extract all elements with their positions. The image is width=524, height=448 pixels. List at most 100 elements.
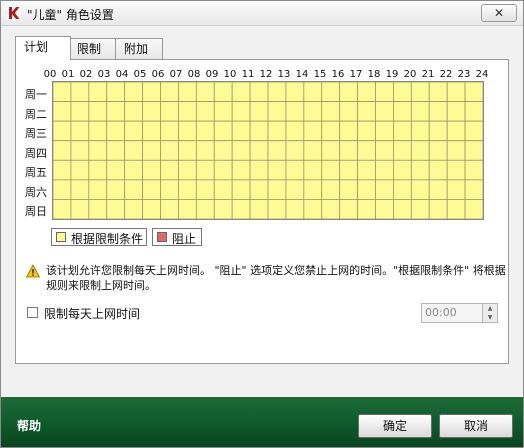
- schedule-cell[interactable]: [410, 82, 430, 102]
- schedule-cell[interactable]: [410, 101, 430, 122]
- schedule-cell[interactable]: [464, 179, 483, 200]
- schedule-cell[interactable]: [53, 159, 72, 181]
- schedule-cell[interactable]: [267, 179, 287, 200]
- schedule-cell[interactable]: [106, 120, 126, 142]
- schedule-cell[interactable]: [195, 82, 215, 102]
- schedule-cell[interactable]: [357, 159, 376, 181]
- schedule-cell[interactable]: [195, 159, 215, 181]
- schedule-cell[interactable]: [428, 140, 448, 161]
- schedule-cell[interactable]: [124, 120, 143, 142]
- schedule-cell[interactable]: [375, 179, 394, 200]
- schedule-cell[interactable]: [142, 140, 161, 161]
- schedule-cell[interactable]: [446, 199, 466, 219]
- schedule-cell[interactable]: [53, 82, 72, 102]
- schedule-cell[interactable]: [410, 179, 430, 200]
- schedule-cell[interactable]: [124, 179, 143, 200]
- schedule-cell[interactable]: [124, 199, 143, 219]
- schedule-cell[interactable]: [53, 199, 72, 219]
- schedule-cell[interactable]: [464, 159, 483, 181]
- schedule-cell[interactable]: [321, 101, 341, 122]
- tab-extra[interactable]: 附加: [115, 38, 163, 59]
- schedule-cell[interactable]: [88, 120, 108, 142]
- schedule-cell[interactable]: [357, 120, 376, 142]
- schedule-cell[interactable]: [106, 159, 126, 181]
- schedule-cell[interactable]: [410, 199, 430, 219]
- schedule-cell[interactable]: [195, 179, 215, 200]
- schedule-cell[interactable]: [303, 159, 323, 181]
- schedule-cell[interactable]: [446, 159, 466, 181]
- schedule-cell[interactable]: [142, 101, 161, 122]
- schedule-cell[interactable]: [393, 101, 412, 122]
- schedule-cell[interactable]: [285, 179, 305, 200]
- schedule-cell[interactable]: [464, 199, 483, 219]
- schedule-cell[interactable]: [249, 120, 269, 142]
- schedule-grid[interactable]: [52, 81, 484, 220]
- schedule-cell[interactable]: [357, 179, 376, 200]
- schedule-cell[interactable]: [428, 120, 448, 142]
- schedule-cell[interactable]: [321, 82, 341, 102]
- schedule-cell[interactable]: [339, 140, 358, 161]
- schedule-cell[interactable]: [195, 140, 215, 161]
- schedule-cell[interactable]: [410, 120, 430, 142]
- schedule-cell[interactable]: [357, 101, 376, 122]
- schedule-cell[interactable]: [249, 199, 269, 219]
- schedule-cell[interactable]: [303, 120, 323, 142]
- schedule-cell[interactable]: [106, 82, 126, 102]
- schedule-cell[interactable]: [124, 101, 143, 122]
- schedule-cell[interactable]: [124, 140, 143, 161]
- schedule-cell[interactable]: [357, 199, 376, 219]
- schedule-cell[interactable]: [393, 120, 412, 142]
- schedule-cell[interactable]: [160, 82, 179, 102]
- limit-daily-checkbox[interactable]: [27, 307, 38, 318]
- schedule-cell[interactable]: [339, 101, 358, 122]
- schedule-cell[interactable]: [142, 159, 161, 181]
- spin-up-icon[interactable]: ▲: [482, 304, 497, 313]
- schedule-cell[interactable]: [249, 82, 269, 102]
- schedule-cell[interactable]: [53, 140, 72, 161]
- limit-daily-label[interactable]: 限制每天上网时间: [44, 305, 140, 322]
- schedule-cell[interactable]: [303, 140, 323, 161]
- schedule-cell[interactable]: [339, 179, 358, 200]
- schedule-cell[interactable]: [124, 159, 143, 181]
- schedule-cell[interactable]: [178, 159, 197, 181]
- schedule-cell[interactable]: [249, 101, 269, 122]
- schedule-cell[interactable]: [106, 179, 126, 200]
- schedule-cell[interactable]: [285, 199, 305, 219]
- schedule-cell[interactable]: [321, 120, 341, 142]
- schedule-cell[interactable]: [428, 82, 448, 102]
- schedule-cell[interactable]: [70, 199, 90, 219]
- schedule-cell[interactable]: [88, 159, 108, 181]
- schedule-cell[interactable]: [285, 82, 305, 102]
- schedule-cell[interactable]: [428, 159, 448, 181]
- schedule-cell[interactable]: [160, 159, 179, 181]
- schedule-cell[interactable]: [160, 179, 179, 200]
- schedule-cell[interactable]: [267, 101, 287, 122]
- schedule-cell[interactable]: [339, 159, 358, 181]
- schedule-cell[interactable]: [106, 199, 126, 219]
- schedule-cell[interactable]: [464, 82, 483, 102]
- spin-down-icon[interactable]: ▼: [482, 313, 497, 322]
- schedule-cell[interactable]: [375, 101, 394, 122]
- schedule-cell[interactable]: [267, 199, 287, 219]
- schedule-cell[interactable]: [231, 159, 251, 181]
- schedule-cell[interactable]: [231, 120, 251, 142]
- schedule-cell[interactable]: [195, 199, 215, 219]
- schedule-cell[interactable]: [321, 199, 341, 219]
- schedule-cell[interactable]: [285, 159, 305, 181]
- schedule-cell[interactable]: [464, 120, 483, 142]
- schedule-cell[interactable]: [231, 179, 251, 200]
- schedule-cell[interactable]: [88, 82, 108, 102]
- schedule-cell[interactable]: [428, 101, 448, 122]
- close-button[interactable]: ✕: [481, 4, 517, 22]
- schedule-cell[interactable]: [70, 159, 90, 181]
- schedule-cell[interactable]: [285, 101, 305, 122]
- schedule-cell[interactable]: [339, 82, 358, 102]
- schedule-cell[interactable]: [195, 101, 215, 122]
- schedule-cell[interactable]: [321, 140, 341, 161]
- schedule-cell[interactable]: [446, 82, 466, 102]
- schedule-cell[interactable]: [393, 159, 412, 181]
- schedule-cell[interactable]: [464, 101, 483, 122]
- schedule-cell[interactable]: [70, 140, 90, 161]
- schedule-cell[interactable]: [213, 120, 233, 142]
- schedule-cell[interactable]: [213, 199, 233, 219]
